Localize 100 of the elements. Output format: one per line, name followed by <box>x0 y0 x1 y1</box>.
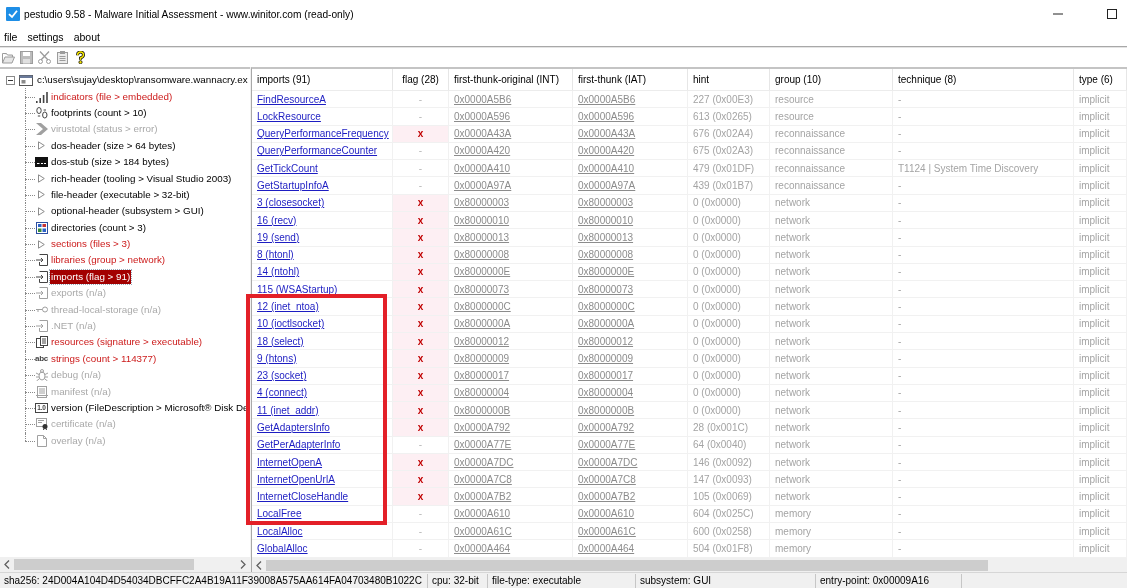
import-link[interactable]: 8 (htonl) <box>257 249 294 261</box>
address-link[interactable]: 0x80000012 <box>578 335 634 347</box>
address-link[interactable]: 0x8000000C <box>578 301 635 312</box>
tree-item[interactable]: dos-header (size > 64 bytes) <box>50 138 177 153</box>
address-link[interactable]: 0x0000A7B2 <box>454 491 512 503</box>
import-link[interactable]: 23 (socket) <box>257 370 307 382</box>
address-link[interactable]: 0x8000000B <box>578 404 635 416</box>
menu-item[interactable]: settings <box>25 31 66 43</box>
column-header[interactable]: first-thunk (IAT) <box>573 69 688 90</box>
tree-item[interactable]: sections (files > 3) <box>50 237 132 252</box>
column-header[interactable]: hint <box>688 69 770 90</box>
import-link[interactable]: InternetOpenA <box>257 456 323 468</box>
address-link[interactable]: 0x80000073 <box>578 283 634 295</box>
address-link[interactable]: 0x0000A464 <box>454 542 511 554</box>
address-link[interactable]: 0x80000013 <box>578 231 634 243</box>
address-link[interactable]: 0x0000A7B2 <box>578 491 636 503</box>
address-link[interactable]: 0x0000A792 <box>578 422 635 433</box>
import-link[interactable]: FindResourceA <box>257 93 326 105</box>
menu-item[interactable]: file <box>2 31 20 43</box>
tree-item[interactable]: optional-header (subsystem > GUI) <box>50 204 205 219</box>
scrollbar-thumb[interactable] <box>14 559 194 570</box>
address-link[interactable]: 0x8000000E <box>454 266 511 278</box>
address-link[interactable]: 0x0000A7C8 <box>578 473 636 485</box>
address-link[interactable]: 0x80000012 <box>454 335 510 347</box>
address-link[interactable]: 0x0000A596 <box>454 110 511 122</box>
address-link[interactable]: 0x80000010 <box>454 214 510 226</box>
address-link[interactable]: 0x0000A77E <box>454 439 512 451</box>
import-link[interactable]: InternetOpenUrlA <box>257 473 335 485</box>
address-link[interactable]: 0x80000017 <box>454 370 510 382</box>
chevron-left-icon[interactable] <box>256 560 262 570</box>
address-link[interactable]: 0x0000A97A <box>454 180 512 192</box>
address-link[interactable]: 0x0000A5B6 <box>454 93 512 105</box>
tree-item[interactable]: c:\users\sujay\desktop\ransomware.wannacry.ex <box>37 73 248 88</box>
tree-item[interactable]: footprints (count > 10) <box>50 105 148 120</box>
address-link[interactable]: 0x8000000C <box>454 301 511 312</box>
chevron-left-icon[interactable] <box>4 560 10 569</box>
menu-item[interactable]: about <box>71 31 102 43</box>
import-link[interactable]: GetStartupInfoA <box>257 180 329 192</box>
address-link[interactable]: 0x80000003 <box>454 197 510 209</box>
import-link[interactable]: 9 (htons) <box>257 352 297 364</box>
address-link[interactable]: 0x0000A77E <box>578 439 636 451</box>
import-link[interactable]: GetAdaptersInfo <box>257 422 330 433</box>
address-link[interactable]: 0x0000A610 <box>578 508 635 520</box>
address-link[interactable]: 0x0000A7DC <box>454 456 514 468</box>
import-link[interactable]: GetPerAdapterInfo <box>257 439 341 451</box>
address-link[interactable]: 0x80000003 <box>578 197 634 209</box>
address-link[interactable]: 0x0000A420 <box>454 145 511 157</box>
collapse-icon[interactable] <box>6 75 15 85</box>
tree-item[interactable]: directories (count > 3) <box>50 220 148 235</box>
help-icon[interactable] <box>74 50 87 64</box>
chevron-right-icon[interactable] <box>240 560 246 569</box>
import-link[interactable]: 3 (closesocket) <box>257 197 325 209</box>
import-link[interactable]: QueryPerformanceFrequency <box>257 128 389 140</box>
import-link[interactable]: 12 (inet_ntoa) <box>257 301 319 312</box>
column-header[interactable]: first-thunk-original (INT) <box>449 69 573 90</box>
address-link[interactable]: 0x80000073 <box>454 283 510 295</box>
import-link[interactable]: 18 (select) <box>257 335 304 347</box>
import-link[interactable]: 19 (send) <box>257 231 300 243</box>
column-header[interactable]: group (10) <box>770 69 893 90</box>
import-link[interactable]: LockResource <box>257 110 321 122</box>
import-link[interactable]: 14 (ntohl) <box>257 266 300 278</box>
address-link[interactable]: 0x0000A43A <box>454 128 512 140</box>
address-link[interactable]: 0x0000A61C <box>454 525 512 537</box>
tree-item[interactable]: file-header (executable > 32-bit) <box>50 187 191 202</box>
import-link[interactable]: 11 (inet_addr) <box>257 404 319 416</box>
address-link[interactable]: 0x80000010 <box>578 214 634 226</box>
maximize-icon[interactable] <box>1107 9 1117 19</box>
column-header[interactable]: flag (28) <box>393 69 449 90</box>
scrollbar-thumb[interactable] <box>266 559 988 571</box>
address-link[interactable]: 0x80000004 <box>454 387 510 399</box>
address-link[interactable]: 0x0000A43A <box>578 128 636 140</box>
column-header[interactable]: type (6) <box>1074 69 1127 90</box>
import-link[interactable]: QueryPerformanceCounter <box>257 145 378 157</box>
import-link[interactable]: 115 (WSAStartup) <box>257 283 338 295</box>
address-link[interactable]: 0x0000A610 <box>454 508 511 520</box>
tree-item[interactable]: imports (flag > 91) <box>50 269 132 284</box>
column-header[interactable]: imports (91) <box>252 69 393 90</box>
address-link[interactable]: 0x80000009 <box>578 352 634 364</box>
address-link[interactable]: 0x0000A97A <box>578 180 636 192</box>
import-link[interactable]: 16 (recv) <box>257 214 297 226</box>
tree-item[interactable]: indicators (file > embedded) <box>50 89 174 104</box>
address-link[interactable]: 0x8000000A <box>578 318 635 330</box>
address-link[interactable]: 0x80000008 <box>454 249 510 261</box>
import-link[interactable]: GetTickCount <box>257 162 318 174</box>
address-link[interactable]: 0x8000000B <box>454 404 511 416</box>
import-link[interactable]: InternetCloseHandle <box>257 491 349 503</box>
import-link[interactable]: 4 (connect) <box>257 387 308 399</box>
tree-item[interactable]: libraries (group > network) <box>50 253 167 268</box>
address-link[interactable]: 0x0000A5B6 <box>578 93 636 105</box>
address-link[interactable]: 0x8000000A <box>454 318 511 330</box>
import-link[interactable]: GlobalAlloc <box>257 542 308 554</box>
address-link[interactable]: 0x80000009 <box>454 352 510 364</box>
address-link[interactable]: 0x0000A792 <box>454 422 511 433</box>
address-link[interactable]: 0x0000A596 <box>578 110 635 122</box>
address-link[interactable]: 0x0000A7C8 <box>454 473 512 485</box>
tree-item[interactable]: resources (signature > executable) <box>50 335 204 350</box>
column-header[interactable]: technique (8) <box>893 69 1074 90</box>
address-link[interactable]: 0x80000013 <box>454 231 510 243</box>
address-link[interactable]: 0x80000017 <box>578 370 634 382</box>
address-link[interactable]: 0x0000A61C <box>578 525 636 537</box>
